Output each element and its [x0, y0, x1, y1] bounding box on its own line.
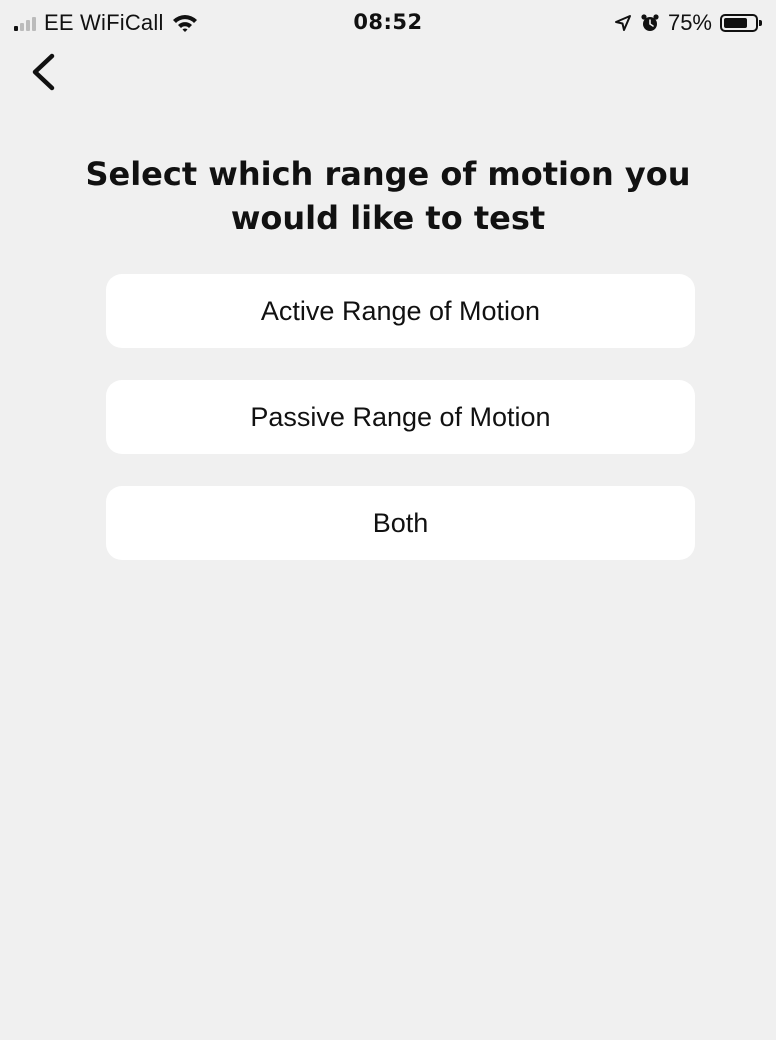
battery-percent: 75%	[667, 10, 712, 35]
passive-range-of-motion-button[interactable]: Passive Range of Motion	[106, 380, 695, 454]
status-bar: EE WiFiCall 08:52 75%	[0, 0, 776, 44]
option-label: Passive Range of Motion	[250, 401, 551, 432]
chevron-left-icon	[32, 53, 55, 91]
battery-icon	[720, 14, 762, 32]
battery-fill	[724, 18, 747, 28]
both-button[interactable]: Both	[106, 486, 695, 560]
active-range-of-motion-button[interactable]: Active Range of Motion	[106, 274, 695, 348]
page-title: Select which range of motion you would l…	[85, 155, 691, 237]
option-label: Active Range of Motion	[260, 295, 541, 326]
status-right-group: 75%	[614, 10, 762, 36]
clock-text: 08:52	[353, 10, 423, 34]
option-label: Both	[372, 507, 429, 538]
battery-nub	[759, 20, 762, 26]
back-button[interactable]	[22, 50, 66, 94]
alarm-clock-icon	[641, 14, 659, 31]
location-arrow-icon	[614, 15, 631, 31]
